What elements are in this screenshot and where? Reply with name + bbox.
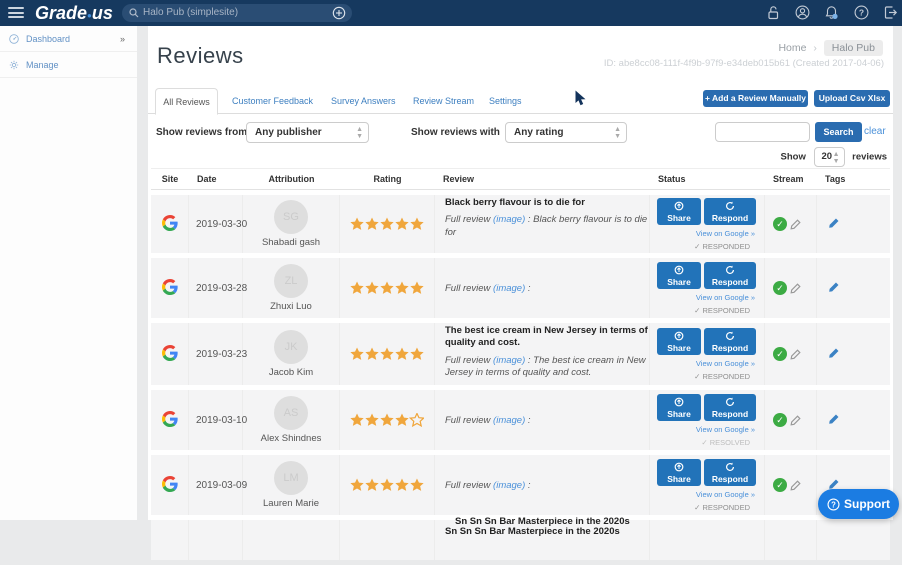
svg-text:?: ?: [831, 500, 836, 509]
svg-text:?: ?: [858, 8, 863, 18]
